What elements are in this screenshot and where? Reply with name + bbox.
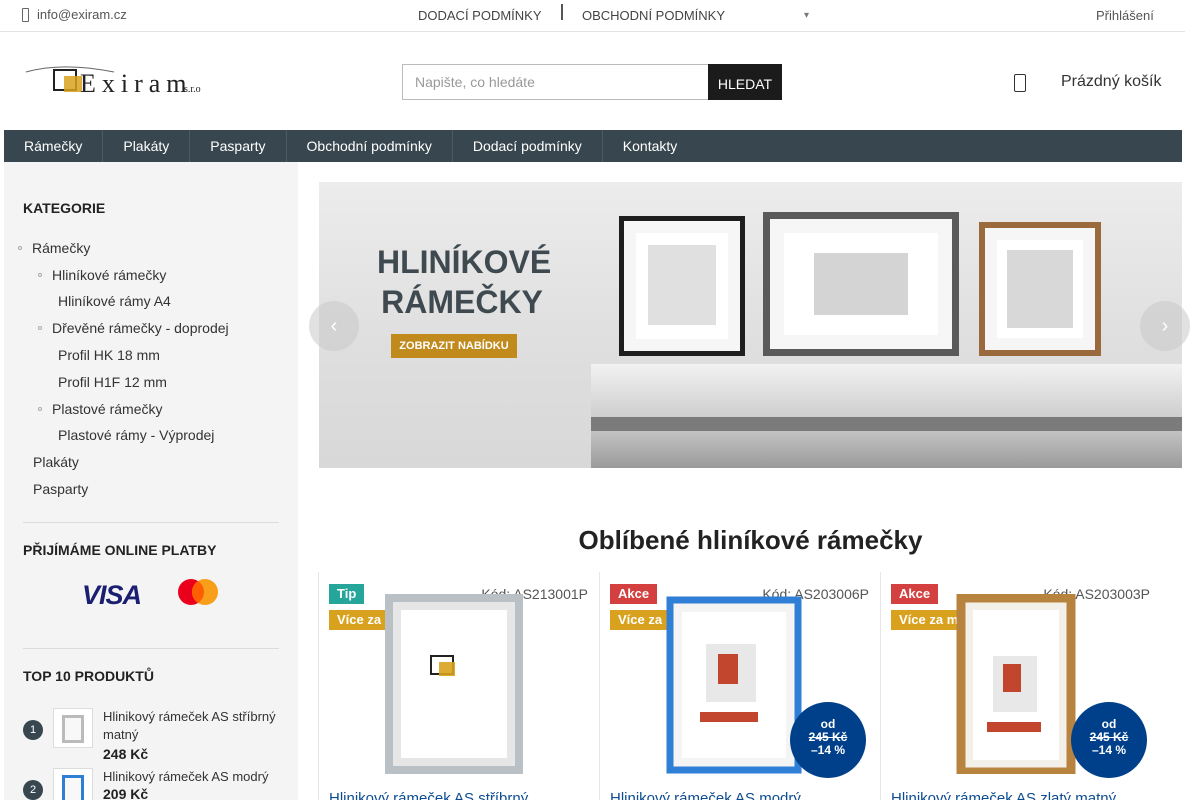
price-discount: –14 % bbox=[1091, 743, 1127, 757]
category-item[interactable]: Hliníkové rámečky bbox=[38, 267, 166, 283]
category-label: Dřevěné rámečky - doprodej bbox=[52, 320, 229, 336]
category-item[interactable]: Profil H1F 12 mm bbox=[58, 374, 167, 390]
banner-table-edge bbox=[591, 417, 1182, 431]
product-card[interactable]: Akce Více za méně Kód: AS203006P od 245 … bbox=[599, 572, 879, 800]
main-nav: Rámečky Plakáty Pasparty Obchodní podmín… bbox=[4, 130, 1182, 162]
section-title: Oblíbené hliníkové rámečky bbox=[578, 525, 923, 555]
site-logo[interactable]: Exiram s.r.o bbox=[24, 62, 204, 98]
banner-table bbox=[591, 364, 1182, 468]
category-label: Plastové rámečky bbox=[52, 401, 163, 417]
chevron-right-icon[interactable]: › bbox=[1140, 301, 1190, 351]
category-label: Pasparty bbox=[33, 481, 89, 497]
login-link[interactable]: Přihlášení bbox=[1096, 8, 1154, 23]
product-image[interactable] bbox=[941, 594, 1091, 774]
logo-graphic: Exiram s.r.o bbox=[25, 66, 201, 98]
hero-banner[interactable]: HLINÍKOVÉ RÁMEČKY ZOBRAZIT NABÍDKU bbox=[319, 182, 1182, 468]
top-products-title: TOP 10 PRODUKTŮ bbox=[23, 668, 154, 684]
bullet-icon bbox=[38, 407, 42, 411]
banner-frame bbox=[763, 212, 959, 356]
nav-item-posters[interactable]: Plakáty bbox=[103, 130, 191, 162]
banner-frame bbox=[619, 216, 745, 356]
product-name[interactable]: Hlinikový rámeček AS zlatý matný bbox=[891, 790, 1116, 800]
product-thumbnail[interactable] bbox=[53, 768, 93, 800]
top-product-name[interactable]: Hlinikový rámeček AS modrý bbox=[103, 768, 283, 786]
product-badge-tip: Tip bbox=[329, 584, 365, 604]
top-link-delivery[interactable]: DODACÍ PODMÍNKY bbox=[418, 8, 542, 23]
banner-headline-line-2: RÁMEČKY bbox=[381, 284, 543, 320]
top-link-separator bbox=[561, 4, 563, 20]
banner-frame bbox=[979, 222, 1101, 356]
contact-email-text: info@exiram.cz bbox=[37, 7, 127, 22]
top-product-item[interactable]: 2 Hlinikový rámeček AS modrý 209 Kč bbox=[23, 768, 285, 800]
logo-suffix: s.r.o bbox=[184, 84, 201, 95]
product-name[interactable]: Hlinikový rámeček AS stříbrný bbox=[329, 790, 528, 800]
price-discount: –14 % bbox=[810, 743, 846, 757]
category-label: Profil HK 18 mm bbox=[58, 347, 160, 363]
search-input[interactable] bbox=[402, 64, 708, 100]
product-image[interactable] bbox=[379, 594, 529, 774]
phone-icon bbox=[22, 7, 29, 22]
category-item[interactable]: Plastové rámy - Výprodej bbox=[58, 427, 214, 443]
product-image[interactable] bbox=[660, 594, 810, 774]
product-card[interactable]: Akce Více za méně Kód: AS203003P od 245 … bbox=[880, 572, 1160, 800]
product-card[interactable]: Tip Více za méně Kód: AS213001P Hlinikov… bbox=[318, 572, 598, 800]
cart-icon[interactable] bbox=[1014, 74, 1026, 92]
category-label: Plakáty bbox=[33, 454, 79, 470]
payments-title: PŘIJÍMÁME ONLINE PLATBY bbox=[23, 542, 217, 558]
nav-item-mats[interactable]: Pasparty bbox=[190, 130, 287, 162]
bullet-icon bbox=[38, 326, 42, 330]
top-link-terms[interactable]: OBCHODNÍ PODMÍNKY bbox=[582, 8, 725, 23]
category-label: Profil H1F 12 mm bbox=[58, 374, 167, 390]
product-name[interactable]: Hlinikový rámeček AS modrý bbox=[610, 790, 801, 800]
top-product-price: 209 Kč bbox=[103, 786, 149, 800]
category-label: Plastové rámy - Výprodej bbox=[58, 427, 215, 443]
product-badge-sale: Akce bbox=[610, 584, 658, 604]
banner-headline-line-1: HLINÍKOVÉ bbox=[377, 244, 552, 280]
nav-item-frames[interactable]: Rámečky bbox=[4, 130, 104, 162]
top-bar: info@exiram.cz DODACÍ PODMÍNKY OBCHODNÍ … bbox=[0, 0, 1185, 32]
nav-item-contacts[interactable]: Kontakty bbox=[603, 130, 697, 162]
category-label: Hliníkové rámy A4 bbox=[58, 293, 171, 309]
top-product-name[interactable]: Hlinikový rámeček AS stříbrný matný bbox=[103, 708, 283, 744]
product-badge-sale: Akce bbox=[891, 584, 939, 604]
category-item[interactable]: Rámečky bbox=[18, 240, 90, 256]
category-item[interactable]: Plakáty bbox=[33, 454, 79, 470]
banner-cta-button[interactable]: ZOBRAZIT NABÍDKU bbox=[391, 334, 517, 358]
category-item[interactable]: Profil HK 18 mm bbox=[58, 347, 160, 363]
logo-name: Exiram bbox=[80, 69, 193, 98]
sidebar-divider bbox=[23, 522, 279, 523]
mastercard-logo bbox=[178, 579, 218, 605]
nav-item-delivery[interactable]: Dodací podmínky bbox=[453, 130, 603, 162]
price-circle: od 245 Kč –14 % bbox=[1071, 702, 1147, 778]
rank-badge: 1 bbox=[23, 720, 43, 740]
top-product-price: 248 Kč bbox=[103, 746, 149, 762]
bullet-icon bbox=[38, 273, 42, 277]
search-form: HLEDAT bbox=[402, 64, 782, 100]
categories-title: KATEGORIE bbox=[23, 200, 106, 216]
rank-badge: 2 bbox=[23, 780, 43, 800]
bullet-icon bbox=[18, 246, 22, 250]
category-label: Rámečky bbox=[32, 240, 91, 256]
product-thumbnail[interactable] bbox=[53, 708, 93, 748]
sidebar-divider bbox=[23, 648, 279, 649]
chevron-down-icon[interactable]: ▾ bbox=[804, 10, 809, 21]
category-item[interactable]: Plastové rámečky bbox=[38, 401, 162, 417]
visa-logo: VISA bbox=[82, 580, 142, 610]
nav-item-terms[interactable]: Obchodní podmínky bbox=[287, 130, 453, 162]
sidebar: KATEGORIE Rámečky Hliníkové rámečky Hlin… bbox=[4, 162, 298, 800]
contact-email[interactable]: info@exiram.cz bbox=[22, 7, 127, 22]
top-product-item[interactable]: 1 Hlinikový rámeček AS stříbrný matný 24… bbox=[23, 708, 285, 768]
banner-headline: HLINÍKOVÉ RÁMEČKY bbox=[377, 242, 552, 322]
category-item[interactable]: Pasparty bbox=[33, 481, 88, 497]
category-label: Hliníkové rámečky bbox=[52, 267, 167, 283]
category-item[interactable]: Hliníkové rámy A4 bbox=[58, 293, 171, 309]
chevron-left-icon[interactable]: ‹ bbox=[309, 301, 359, 351]
search-button[interactable]: HLEDAT bbox=[708, 64, 782, 100]
price-circle: od 245 Kč –14 % bbox=[790, 702, 866, 778]
cart-label[interactable]: Prázdný košík bbox=[1061, 73, 1161, 91]
category-item[interactable]: Dřevěné rámečky - doprodej bbox=[38, 320, 229, 336]
